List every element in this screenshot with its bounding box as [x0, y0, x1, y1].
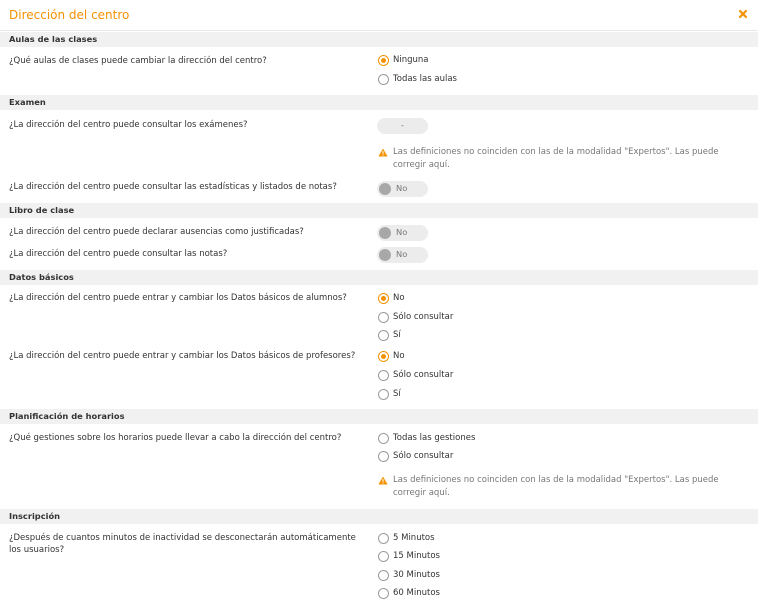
- radio-label: Todas las aulas: [393, 74, 457, 84]
- toggle-label: No: [396, 249, 408, 259]
- section-title: Planificación de horarios: [9, 411, 125, 421]
- radio-label: Ninguna: [393, 55, 429, 65]
- radio-button[interactable]: [378, 569, 389, 581]
- radio-button[interactable]: [378, 432, 389, 444]
- radio-option-30-minutos[interactable]: 30 Minutos: [378, 568, 440, 582]
- warning-text: Las definiciones no coinciden con las de…: [393, 147, 719, 170]
- warning-icon: [378, 476, 388, 485]
- toggle-estadisticas[interactable]: No: [377, 181, 428, 197]
- radio-option-si[interactable]: Sí: [378, 387, 401, 401]
- toggle-knob: [379, 183, 391, 195]
- section-title: Libro de clase: [9, 205, 75, 215]
- section-inscripcion: Inscripción: [0, 509, 758, 524]
- radio-button[interactable]: [378, 587, 389, 599]
- radio-option-todas-las-gestiones[interactable]: Todas las gestiones: [378, 431, 475, 445]
- radio-button[interactable]: [378, 550, 389, 562]
- warning-message: Las definiciones no coinciden con las de…: [378, 146, 744, 172]
- question-datos-alumnos: ¿La dirección del centro puede entrar y …: [9, 293, 347, 303]
- radio-button[interactable]: [378, 388, 389, 400]
- radio-option-si[interactable]: Sí: [378, 328, 401, 342]
- radio-button[interactable]: [378, 350, 389, 362]
- section-libro-de-clase: Libro de clase: [0, 203, 758, 218]
- radio-option-15-minutos[interactable]: 15 Minutos: [378, 549, 440, 563]
- radio-option-solo-consultar[interactable]: Sólo consultar: [378, 449, 453, 463]
- radio-button[interactable]: [378, 73, 389, 85]
- radio-label: No: [393, 351, 405, 361]
- radio-label: Sólo consultar: [393, 312, 454, 322]
- toggle-notas[interactable]: No: [377, 247, 428, 263]
- question-notas: ¿La dirección del centro puede consultar…: [9, 249, 228, 259]
- toggle-knob: [379, 249, 391, 261]
- radio-option-60-minutos[interactable]: 60 Minutos: [378, 586, 440, 600]
- radio-label: Sólo consultar: [393, 370, 454, 380]
- radio-button[interactable]: [378, 311, 389, 323]
- radio-option-solo-consultar[interactable]: Sólo consultar: [378, 368, 453, 382]
- radio-button[interactable]: [378, 532, 389, 544]
- section-datos-basicos: Datos básicos: [0, 270, 758, 285]
- question-inactividad: ¿Después de cuantos minutos de inactivid…: [9, 533, 356, 555]
- radio-button[interactable]: [378, 450, 389, 462]
- toggle-label: -: [401, 120, 404, 130]
- radio-label: 60 Minutos: [393, 588, 440, 598]
- toggle-ausencias[interactable]: No: [377, 225, 428, 241]
- radio-label: 5 Minutos: [393, 533, 435, 543]
- question-examenes: ¿La dirección del centro puede consultar…: [9, 120, 248, 130]
- section-planificacion-horarios: Planificación de horarios: [0, 409, 758, 424]
- section-title: Examen: [9, 97, 46, 107]
- question-datos-profesores: ¿La dirección del centro puede entrar y …: [9, 351, 356, 361]
- question-aulas: ¿Qué aulas de clases puede cambiar la di…: [9, 56, 267, 66]
- radio-button[interactable]: [378, 329, 389, 341]
- warning-icon: [378, 148, 388, 157]
- question-horarios: ¿Qué gestiones sobre los horarios puede …: [9, 433, 342, 443]
- toggle-label: No: [396, 183, 408, 193]
- section-aulas: Aulas de las clases: [0, 32, 758, 47]
- question-estadisticas: ¿La dirección del centro puede consultar…: [9, 182, 337, 192]
- dialog-title: Dirección del centro: [9, 8, 130, 22]
- radio-button[interactable]: [378, 292, 389, 304]
- close-icon[interactable]: [736, 7, 750, 21]
- toggle-label: No: [396, 227, 408, 237]
- toggle-knob: [379, 227, 391, 239]
- radio-label: Sólo consultar: [393, 451, 454, 461]
- radio-option-no[interactable]: No: [378, 349, 405, 363]
- radio-option-5-minutos[interactable]: 5 Minutos: [378, 531, 435, 545]
- dialog-header: Dirección del centro: [0, 0, 758, 31]
- radio-option-no[interactable]: No: [378, 291, 405, 305]
- section-title: Aulas de las clases: [9, 34, 98, 44]
- section-title: Inscripción: [9, 511, 61, 521]
- radio-button[interactable]: [378, 369, 389, 381]
- radio-option-todas-las-aulas[interactable]: Todas las aulas: [378, 72, 457, 86]
- radio-label: 30 Minutos: [393, 570, 440, 580]
- radio-button[interactable]: [378, 54, 389, 66]
- radio-label: Sí: [393, 389, 401, 399]
- radio-label: Todas las gestiones: [393, 433, 476, 443]
- radio-label: No: [393, 293, 405, 303]
- radio-option-solo-consultar[interactable]: Sólo consultar: [378, 310, 453, 324]
- radio-option-ninguna[interactable]: Ninguna: [378, 53, 429, 67]
- warning-text: Las definiciones no coinciden con las de…: [393, 475, 719, 498]
- warning-message: Las definiciones no coinciden con las de…: [378, 474, 744, 500]
- question-ausencias: ¿La dirección del centro puede declarar …: [9, 227, 304, 237]
- toggle-examenes[interactable]: -: [377, 118, 428, 134]
- section-title: Datos básicos: [9, 272, 74, 282]
- radio-label: 15 Minutos: [393, 551, 440, 561]
- section-examen: Examen: [0, 95, 758, 110]
- radio-label: Sí: [393, 330, 401, 340]
